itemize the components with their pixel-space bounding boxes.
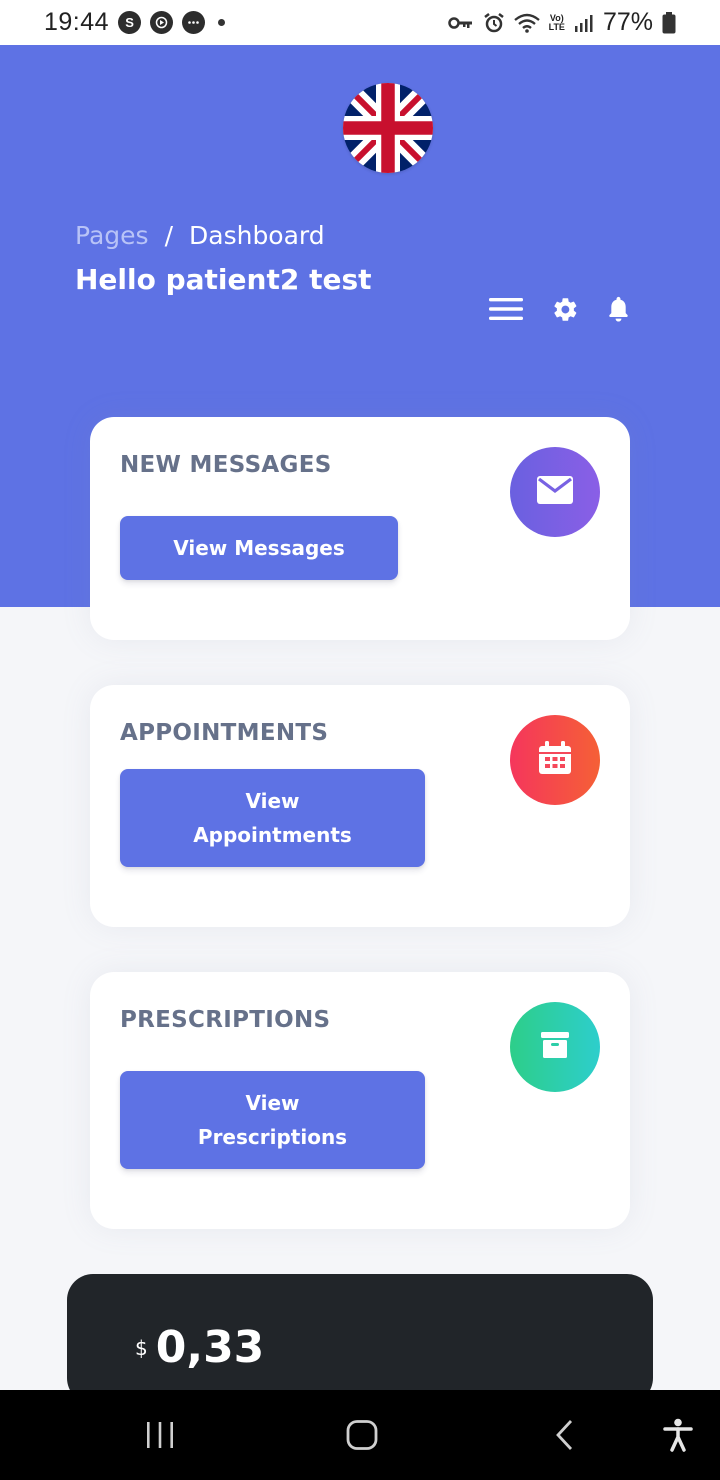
- appointments-badge: [510, 715, 600, 805]
- breadcrumb-pages-link[interactable]: Pages: [75, 221, 149, 250]
- prescriptions-badge: [510, 1002, 600, 1092]
- balance-currency: $: [135, 1336, 148, 1360]
- status-bar: 19:44 S Vo) LTE 77%: [0, 0, 720, 45]
- recent-apps-icon[interactable]: [130, 1390, 190, 1480]
- view-prescriptions-button[interactable]: View Prescriptions: [120, 1071, 425, 1169]
- signal-icon: [574, 14, 594, 32]
- battery-icon: [662, 11, 676, 34]
- bell-icon[interactable]: [604, 293, 632, 325]
- view-appointments-button[interactable]: View Appointments: [120, 769, 425, 867]
- notification-dot-icon: [218, 19, 226, 26]
- back-icon[interactable]: [535, 1390, 595, 1480]
- s-app-icon: S: [118, 11, 142, 34]
- home-icon[interactable]: [332, 1390, 392, 1480]
- card-title-prescriptions: PRESCRIPTIONS: [120, 1007, 331, 1033]
- view-appointments-label-line2: Appointments: [193, 823, 352, 847]
- appointments-card: APPOINTMENTS View Appointments: [90, 685, 630, 927]
- view-prescriptions-label-line2: Prescriptions: [197, 1125, 348, 1149]
- balance-card: $ 0,33: [67, 1274, 653, 1404]
- menu-icon[interactable]: [488, 293, 524, 325]
- balance-amount: $ 0,33: [135, 1322, 264, 1373]
- breadcrumb: Pages / Dashboard: [75, 221, 325, 250]
- calendar-icon: [538, 741, 572, 779]
- envelope-icon: [537, 476, 573, 508]
- uk-flag-icon[interactable]: [343, 83, 433, 173]
- status-time: 19:44: [44, 8, 110, 36]
- view-prescriptions-label-line1: View: [245, 1091, 300, 1115]
- balance-value: 0,33: [155, 1322, 265, 1373]
- system-nav-bar: [0, 1390, 720, 1480]
- wifi-icon: [513, 13, 540, 33]
- battery-percent: 77%: [602, 8, 653, 36]
- alarm-icon: [483, 12, 505, 34]
- view-messages-label: View Messages: [173, 536, 345, 560]
- archive-icon: [540, 1030, 570, 1064]
- view-appointments-label-line1: View: [245, 789, 300, 813]
- page-title: Hello patient2 test: [75, 263, 372, 296]
- header-actions: [488, 293, 632, 325]
- prescriptions-card: PRESCRIPTIONS View Prescriptions: [90, 972, 630, 1229]
- play-app-icon: [150, 11, 174, 34]
- card-title-new-messages: NEW MESSAGES: [120, 452, 332, 478]
- chat-app-icon: [182, 11, 206, 34]
- breadcrumb-separator: /: [164, 221, 173, 250]
- vpn-key-icon: [447, 15, 474, 31]
- new-messages-card: NEW MESSAGES View Messages: [90, 417, 630, 640]
- card-title-appointments: APPOINTMENTS: [120, 720, 329, 746]
- breadcrumb-current: Dashboard: [189, 221, 325, 250]
- gear-icon[interactable]: [550, 293, 580, 325]
- view-messages-button[interactable]: View Messages: [120, 516, 398, 580]
- messages-badge: [510, 447, 600, 537]
- accessibility-icon[interactable]: [648, 1390, 708, 1480]
- volte-lte-icon: Vo) LTE: [548, 12, 565, 32]
